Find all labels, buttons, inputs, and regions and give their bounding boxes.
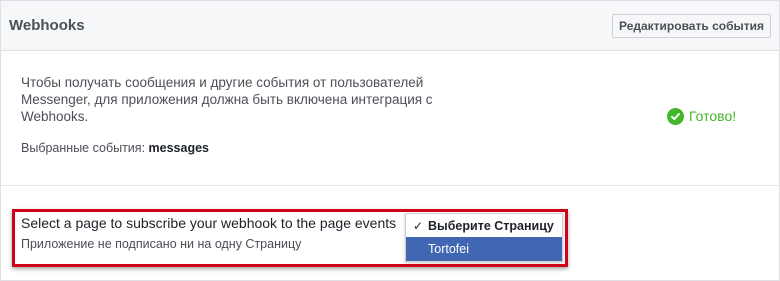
- selected-events: Выбранные события: messages: [21, 141, 209, 155]
- panel-header: Webhooks Редактировать события: [1, 1, 779, 51]
- webhooks-description: Чтобы получать сообщения и другие событи…: [21, 75, 433, 124]
- selected-events-value: messages: [148, 141, 209, 155]
- annotation-highlight-box: [12, 209, 568, 267]
- panel-title: Webhooks: [9, 17, 85, 34]
- status-ready: Готово!: [667, 107, 736, 125]
- check-circle-icon: [667, 107, 684, 125]
- status-text: Готово!: [689, 108, 737, 124]
- webhooks-panel: Webhooks Редактировать события Чтобы пол…: [0, 0, 780, 281]
- checkmark-icon: [671, 112, 680, 120]
- selected-events-label: Выбранные события:: [21, 141, 146, 155]
- edit-events-button[interactable]: Редактировать события: [612, 14, 771, 38]
- section-divider: [1, 185, 779, 186]
